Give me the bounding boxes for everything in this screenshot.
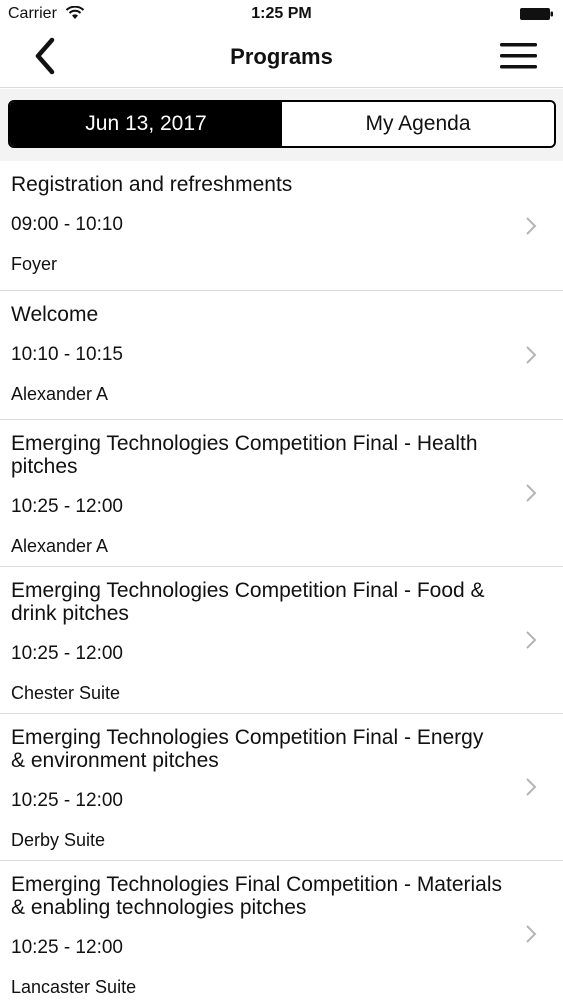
session-time: 09:00 - 10:10 xyxy=(11,214,123,235)
session-location: Foyer xyxy=(11,254,58,274)
list-item[interactable]: Emerging Technologies Competition Final … xyxy=(0,567,563,714)
session-title: Emerging Technologies Final Competition … xyxy=(11,873,503,919)
battery-icon xyxy=(520,8,553,20)
list-item[interactable]: Emerging Technologies Final Competition … xyxy=(0,861,563,1000)
list-item[interactable]: Registration and refreshments 09:00 - 10… xyxy=(0,161,563,291)
segmented-control: Jun 13, 2017 My Agenda xyxy=(8,100,556,148)
navigation-bar: Programs xyxy=(0,28,563,88)
status-time: 1:25 PM xyxy=(251,5,312,22)
session-location: Derby Suite xyxy=(11,830,106,850)
chevron-right-icon xyxy=(526,631,537,649)
page-title: Programs xyxy=(230,44,333,69)
session-title: Registration and refreshments xyxy=(11,173,293,196)
session-time: 10:25 - 12:00 xyxy=(11,643,123,664)
list-item[interactable]: Emerging Technologies Competition Final … xyxy=(0,714,563,861)
session-location: Alexander A xyxy=(11,384,109,404)
session-location: Chester Suite xyxy=(11,683,121,703)
session-time: 10:25 - 12:00 xyxy=(11,496,123,517)
session-title: Welcome xyxy=(11,303,99,326)
segment-container: Jun 13, 2017 My Agenda xyxy=(0,89,563,161)
program-list: Registration and refreshments 09:00 - 10… xyxy=(0,161,563,1000)
list-item[interactable]: Welcome 10:10 - 10:15 Alexander A xyxy=(0,291,563,420)
tab-my-agenda[interactable]: My Agenda xyxy=(282,102,554,146)
session-title: Emerging Technologies Competition Final … xyxy=(11,432,478,478)
session-title: Emerging Technologies Competition Final … xyxy=(11,579,485,625)
status-bar: Carrier 1:25 PM xyxy=(0,0,563,28)
chevron-right-icon xyxy=(526,484,537,502)
chevron-right-icon xyxy=(526,925,537,943)
hamburger-menu-icon[interactable] xyxy=(500,41,537,71)
chevron-right-icon xyxy=(526,346,537,364)
session-location: Lancaster Suite xyxy=(11,977,137,997)
session-title: Emerging Technologies Competition Final … xyxy=(11,726,484,772)
list-item[interactable]: Emerging Technologies Competition Final … xyxy=(0,420,563,567)
chevron-right-icon xyxy=(526,778,537,796)
session-time: 10:25 - 12:00 xyxy=(11,937,123,958)
session-time: 10:25 - 12:00 xyxy=(11,790,123,811)
session-location: Alexander A xyxy=(11,536,109,556)
chevron-right-icon xyxy=(526,216,537,235)
tab-date[interactable]: Jun 13, 2017 xyxy=(10,102,282,146)
session-time: 10:10 - 10:15 xyxy=(11,344,123,365)
